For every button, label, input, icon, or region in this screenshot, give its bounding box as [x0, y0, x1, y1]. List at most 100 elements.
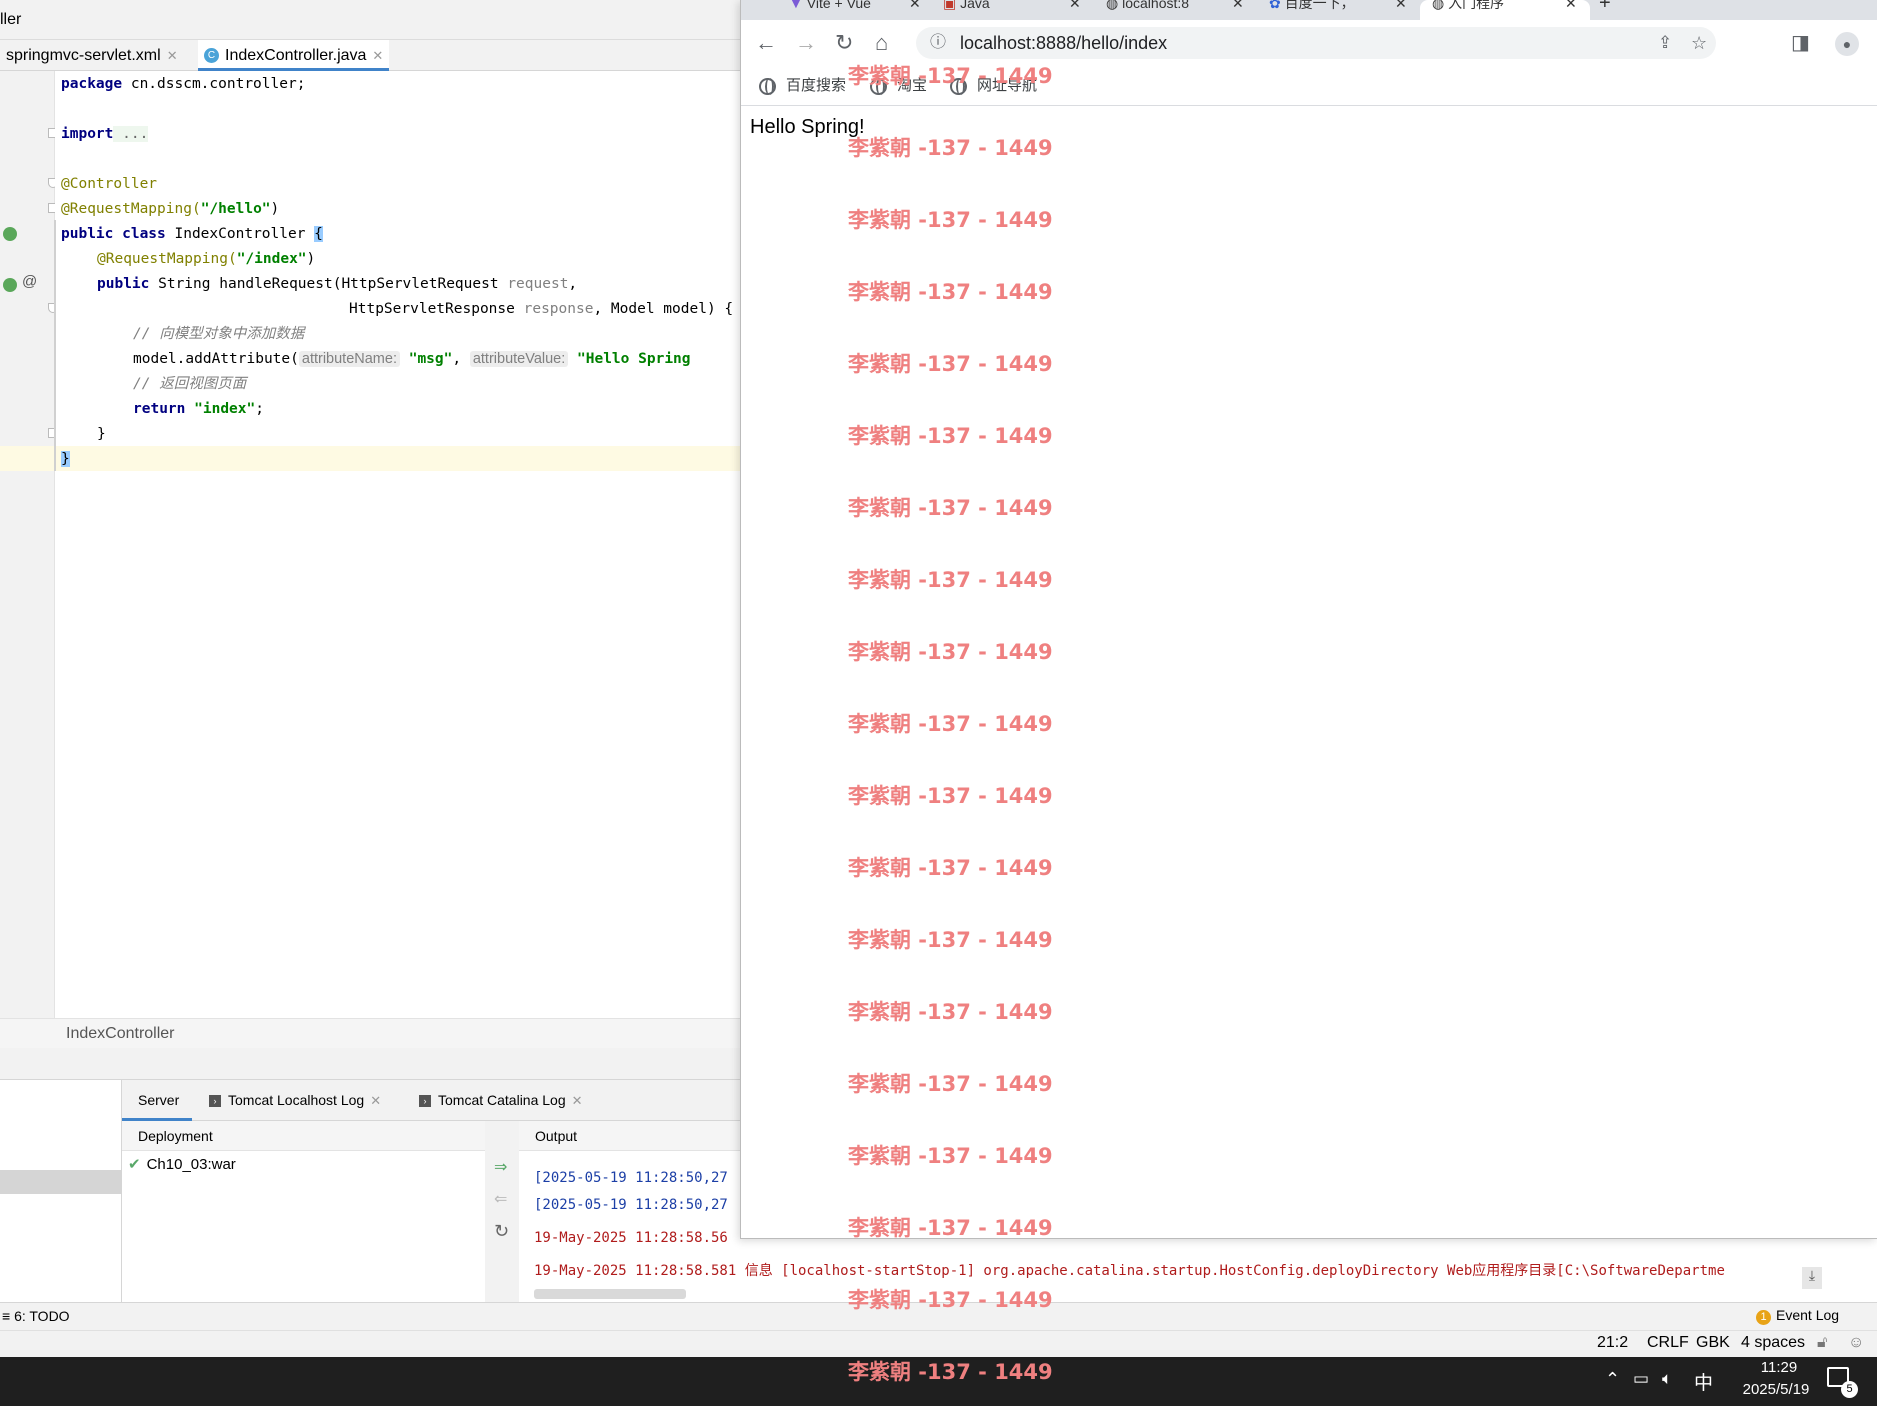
terminal-icon: ›: [419, 1095, 431, 1108]
bookmark-baidu-search[interactable]: 百度搜索: [759, 74, 846, 98]
lock-icon[interactable]: 🔓︎: [1817, 1334, 1827, 1352]
browser-tab-active[interactable]: ◍ 入门程序 ✕: [1420, 0, 1590, 20]
close-icon[interactable]: ✕: [1565, 0, 1577, 10]
code-line-1[interactable]: package cn.dsscm.controller;: [61, 72, 305, 97]
browser-tab-vite[interactable]: ▼ Vite + Vue ✕: [771, 0, 931, 20]
bookmark-taobao[interactable]: 淘宝: [870, 74, 927, 98]
horizontal-scrollbar[interactable]: [534, 1289, 686, 1299]
browser-tab-baidu[interactable]: ✿ 百度一下， ✕: [1257, 0, 1417, 20]
tab-springmvc-servlet[interactable]: springmvc-servlet.xml ✕: [0, 40, 184, 71]
code-line-16[interactable]: }: [61, 447, 70, 472]
windows-taskbar: ⌃ ▭ 🔈︎ 中 11:29 2025/5/19 5: [0, 1357, 1877, 1406]
close-icon[interactable]: ✕: [1395, 0, 1407, 10]
event-log-tool[interactable]: 1 Event Log: [1756, 1307, 1839, 1325]
browser-tab-localhost[interactable]: ◍ localhost:8 ✕: [1094, 0, 1254, 20]
list-icon: ≡: [2, 1308, 15, 1324]
tab-label: IndexController.java: [225, 47, 367, 64]
close-icon[interactable]: ✕: [1069, 0, 1081, 10]
ide-title: ller: [0, 11, 22, 28]
clock-time[interactable]: 11:29: [1744, 1359, 1814, 1376]
caret-position[interactable]: 21:2: [1597, 1334, 1628, 1352]
deploy-icon[interactable]: ⇒: [494, 1157, 507, 1177]
editor-tab-bar: springmvc-servlet.xml ✕ C IndexController.…: [0, 40, 740, 71]
side-panel-icon[interactable]: ◨: [1791, 20, 1810, 66]
chevron-up-icon[interactable]: ⌃: [1605, 1369, 1620, 1390]
code-line-10[interactable]: HttpServletResponse response, Model mode…: [349, 297, 739, 322]
url-text[interactable]: localhost:8888/hello/index: [960, 33, 1167, 53]
globe-icon: ◍: [1432, 0, 1449, 11]
network-icon[interactable]: ▭: [1633, 1369, 1649, 1389]
code-line-9[interactable]: public String handleRequest(HttpServletR…: [97, 272, 577, 297]
tab-index-controller[interactable]: C IndexController.java ✕: [198, 40, 390, 71]
bookmark-star-icon[interactable]: ☆: [1691, 27, 1707, 59]
address-bar[interactable]: ⓘ localhost:8888/hello/index ⇪ ☆: [916, 27, 1716, 59]
home-icon[interactable]: ⌂: [875, 20, 888, 66]
close-icon[interactable]: ✕: [167, 48, 178, 63]
reload-icon[interactable]: ↻: [835, 20, 853, 66]
refresh-icon[interactable]: ↻: [494, 1221, 509, 1242]
services-tree[interactable]: [0, 1080, 122, 1302]
code-line-14[interactable]: return "index";: [133, 397, 264, 422]
param-hint: attributeValue:: [469, 351, 569, 367]
code-line-3[interactable]: import ...: [61, 122, 149, 147]
code-line-11[interactable]: // 向模型对象中添加数据: [133, 322, 304, 347]
tab-server[interactable]: Server: [138, 1080, 179, 1121]
clock-date[interactable]: 2025/5/19: [1726, 1381, 1826, 1398]
info-icon[interactable]: ⓘ: [930, 27, 946, 59]
deployment-item[interactable]: ✔ Ch10_03:war: [128, 1155, 236, 1173]
services-tab-bar: Server › Tomcat Localhost Log ✕ › Tomcat Ca…: [122, 1080, 742, 1121]
code-line-5[interactable]: @Controller: [61, 172, 157, 197]
close-icon[interactable]: ✕: [370, 1093, 381, 1108]
log-line: 19-May-2025 11:28:58.581 信息 [localhost-s…: [534, 1263, 1725, 1279]
back-icon[interactable]: ←: [755, 20, 777, 66]
browser-window: ▼ Vite + Vue ✕ ▣ Java ✕ ◍ localhost:8 ✕ ✿ 百…: [740, 0, 1877, 1239]
code-line-13[interactable]: // 返回视图页面: [133, 372, 246, 397]
scope-indent-guide: [54, 220, 56, 471]
check-icon: ✔: [128, 1156, 141, 1173]
close-icon[interactable]: ✕: [372, 48, 383, 63]
breadcrumb-item[interactable]: IndexController: [66, 1025, 175, 1042]
tab-label: springmvc-servlet.xml: [6, 47, 161, 64]
tab-tomcat-catalina-log[interactable]: › Tomcat Catalina Log ✕: [419, 1080, 583, 1121]
forward-icon[interactable]: →: [795, 20, 817, 66]
browser-tab-java[interactable]: ▣ Java ✕: [931, 0, 1091, 20]
volume-icon[interactable]: 🔈︎: [1662, 1369, 1672, 1389]
ime-indicator[interactable]: 中: [1694, 1368, 1713, 1395]
globe-icon: [950, 77, 967, 95]
param-hint: attributeName:: [298, 351, 400, 367]
log-line: 19-May-2025 11:28:58.56: [534, 1230, 728, 1246]
indent-setting[interactable]: 4 spaces: [1741, 1334, 1805, 1352]
globe-icon: [870, 77, 887, 95]
code-line-7[interactable]: public class IndexController {: [61, 222, 323, 247]
line-separator[interactable]: CRLF: [1647, 1334, 1689, 1352]
share-icon[interactable]: ⇪: [1658, 27, 1672, 59]
spring-bean-icon[interactable]: [3, 227, 17, 241]
bookmark-site-nav[interactable]: 网址导航: [950, 74, 1037, 98]
breadcrumb[interactable]: IndexController: [0, 1018, 740, 1048]
code-line-12[interactable]: model.addAttribute(attributeName: "msg",…: [133, 347, 739, 372]
inspector-icon[interactable]: ☺: [1848, 1334, 1864, 1352]
terminal-icon: ›: [209, 1095, 221, 1108]
close-icon[interactable]: ✕: [1232, 0, 1244, 10]
new-tab-button[interactable]: +: [1599, 0, 1629, 20]
tool-window-header: [0, 1048, 740, 1080]
code-line-15[interactable]: }: [97, 422, 106, 447]
at-sign-icon[interactable]: @: [22, 273, 37, 290]
spring-mapping-icon[interactable]: [3, 278, 17, 292]
undeploy-icon[interactable]: ⇐: [494, 1189, 507, 1209]
page-content-text: Hello Spring!: [750, 116, 865, 138]
code-line-8[interactable]: @RequestMapping("/index"): [97, 247, 315, 272]
image-icon: ▣: [943, 0, 961, 11]
scroll-to-end-icon[interactable]: ⤓: [1802, 1267, 1822, 1289]
ide-title-bar: ller: [0, 0, 740, 40]
selected-tree-row[interactable]: [0, 1170, 122, 1194]
file-encoding[interactable]: GBK: [1696, 1334, 1730, 1352]
tool-window-bar: ≡ 6: TODO 1 Event Log: [0, 1302, 1877, 1330]
close-icon[interactable]: ✕: [572, 1093, 583, 1108]
close-icon[interactable]: ✕: [909, 0, 921, 10]
tab-tomcat-localhost-log[interactable]: › Tomcat Localhost Log ✕: [209, 1080, 381, 1121]
code-line-6[interactable]: @RequestMapping("/hello"): [61, 197, 279, 222]
profile-avatar-icon[interactable]: ●: [1835, 32, 1859, 56]
globe-icon: ◍: [1106, 0, 1123, 11]
todo-tool[interactable]: ≡ 6: TODO: [2, 1308, 70, 1324]
